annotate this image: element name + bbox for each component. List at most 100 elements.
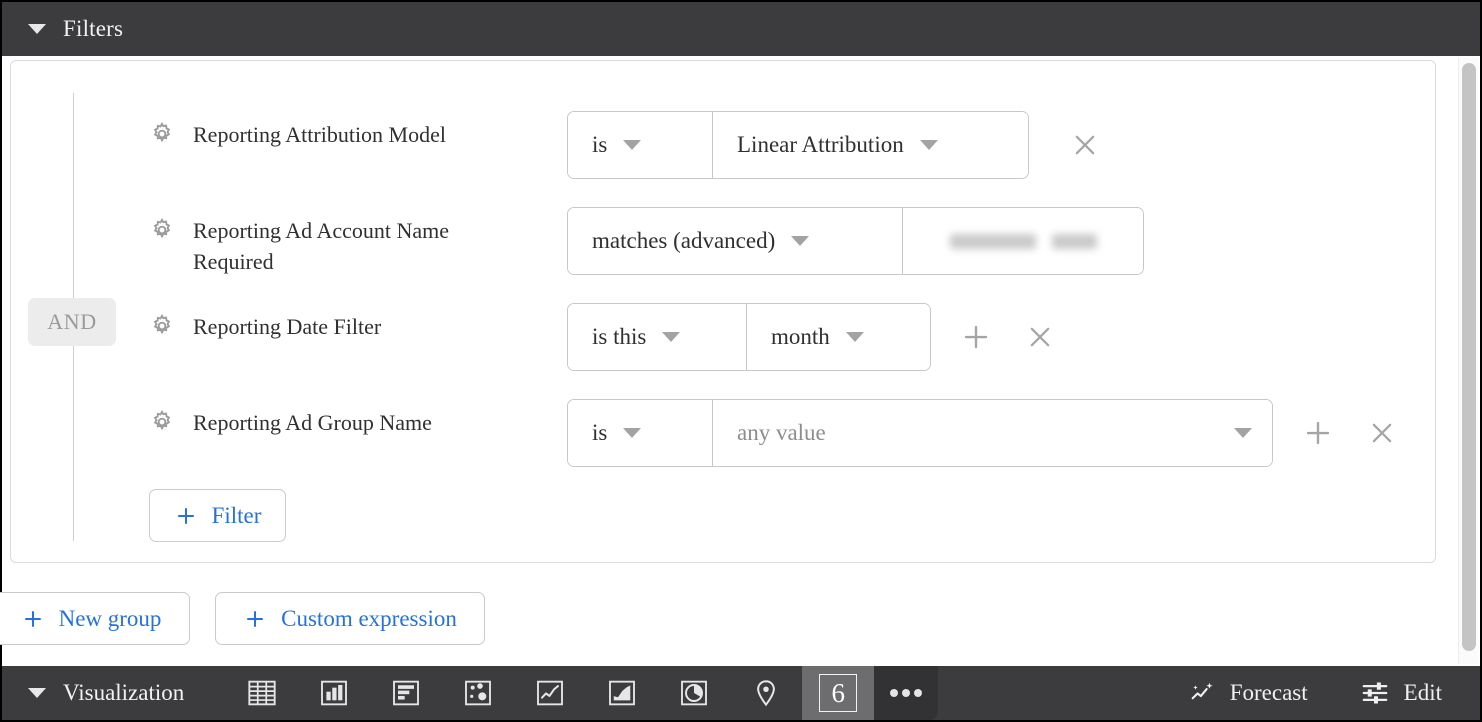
area-chart-icon [609, 680, 636, 706]
value-dropdown[interactable]: any value [712, 400, 1272, 466]
value-dropdown[interactable]: month [746, 304, 930, 370]
filter-field[interactable]: Reporting Ad Group Name [149, 407, 432, 440]
gear-icon [149, 121, 175, 152]
new-group-button[interactable]: New group [0, 592, 190, 645]
caret-down-icon[interactable] [28, 24, 46, 34]
add-filter-value-button[interactable] [953, 314, 999, 360]
group-actions: New group Custom expression [0, 592, 485, 645]
chart-type-picker: 6 [226, 666, 939, 720]
gear-icon [149, 409, 175, 440]
custom-expression-label: Custom expression [281, 605, 457, 631]
filter-field-label: Reporting Ad Group Name [193, 410, 432, 435]
chevron-down-icon [623, 428, 642, 438]
visualization-toggle[interactable]: Visualization [2, 680, 184, 706]
filter-field-label: Reporting Attribution Model [193, 122, 446, 147]
add-filter-label: Filter [211, 502, 262, 528]
bar-chart-icon [393, 680, 420, 706]
map-pin-icon [757, 680, 776, 707]
value-text: month [771, 324, 830, 349]
chevron-down-icon [662, 332, 681, 342]
remove-filter-button[interactable] [1062, 122, 1108, 168]
chart-type-area[interactable] [586, 666, 658, 720]
chevron-down-icon [1234, 428, 1252, 438]
remove-filter-button[interactable] [1017, 314, 1063, 360]
filter-controls: matches (advanced) [567, 207, 1144, 275]
filter-field[interactable]: Reporting Ad Account Name Required [149, 215, 493, 277]
vertical-scrollbar[interactable] [1458, 58, 1478, 664]
edit-label: Edit [1403, 680, 1442, 705]
operator-dropdown[interactable]: is [568, 400, 712, 466]
visualization-bar: Visualization 6 Forecast Edit [2, 666, 1480, 720]
forecast-sparkle-icon [1191, 682, 1213, 700]
operator-dropdown[interactable]: matches (advanced) [568, 208, 902, 274]
filter-condition-combo: matches (advanced) [567, 207, 1144, 275]
filter-field[interactable]: Reporting Attribution Model [149, 119, 446, 152]
filter-controls: is any value [567, 399, 1405, 467]
add-filter-button[interactable]: Filter [149, 489, 286, 542]
value-text-input[interactable] [902, 208, 1143, 274]
chevron-down-icon [845, 332, 864, 342]
filter-field[interactable]: Reporting Date Filter [149, 311, 381, 344]
gear-icon [149, 313, 175, 344]
sliders-icon [1362, 682, 1388, 704]
filters-panel: AND Reporting Attribution Model is Linea… [10, 60, 1436, 563]
add-filter-value-button[interactable] [1295, 410, 1341, 456]
operator-value: matches (advanced) [592, 228, 776, 253]
filters-editor-screen: Filters AND Reporting Attribution Model [0, 0, 1482, 722]
chart-type-column[interactable] [298, 666, 370, 720]
chevron-down-icon [919, 140, 938, 150]
custom-expression-button[interactable]: Custom expression [215, 592, 485, 645]
visualization-label: Visualization [63, 680, 185, 705]
remove-filter-button[interactable] [1359, 410, 1405, 456]
filter-controls: is Linear Attribution [567, 111, 1108, 179]
chart-type-map[interactable] [730, 666, 802, 720]
group-operator-badge[interactable]: AND [28, 298, 116, 346]
visualization-right-actions: Forecast Edit [1188, 678, 1480, 708]
filter-controls: is this month [567, 303, 1063, 371]
chart-type-more-button[interactable] [874, 666, 939, 720]
forecast-label: Forecast [1229, 680, 1308, 705]
operator-value: is [592, 132, 608, 157]
filter-condition-combo: is this month [567, 303, 931, 371]
plus-icon [964, 325, 988, 349]
forecast-button[interactable]: Forecast [1188, 679, 1308, 707]
operator-dropdown[interactable]: is this [568, 304, 746, 370]
chevron-down-icon [623, 140, 642, 150]
close-icon [1075, 135, 1095, 155]
page-title: Filters [63, 16, 124, 41]
operator-value: is this [592, 324, 647, 349]
scatter-plot-icon [465, 680, 492, 706]
value-text: any value [737, 420, 826, 445]
plus-icon [24, 610, 41, 627]
operator-value: is [592, 420, 608, 445]
chart-type-table[interactable] [226, 666, 298, 720]
new-group-label: New group [58, 605, 162, 631]
table-icon [248, 680, 276, 706]
operator-dropdown[interactable]: is [568, 112, 712, 178]
filter-condition-combo: is any value [567, 399, 1273, 467]
column-chart-icon [321, 680, 348, 706]
chart-type-bar[interactable] [370, 666, 442, 720]
close-icon [1030, 327, 1050, 347]
chart-type-pie[interactable] [658, 666, 730, 720]
caret-down-icon[interactable] [28, 688, 46, 698]
filter-field-label: Reporting Ad Account Name Required [193, 218, 450, 274]
filters-header-bar[interactable]: Filters [2, 2, 1480, 56]
scrollbar-thumb[interactable] [1462, 63, 1476, 651]
chart-type-single-value[interactable]: 6 [802, 666, 875, 720]
filter-field-label: Reporting Date Filter [193, 314, 382, 339]
chart-type-line[interactable] [514, 666, 586, 720]
pie-chart-icon [681, 680, 708, 706]
plus-icon [1306, 421, 1330, 445]
more-options-icon [890, 689, 923, 697]
filter-condition-combo: is Linear Attribution [567, 111, 1029, 179]
chevron-down-icon [791, 236, 810, 246]
chart-type-scatter[interactable] [442, 666, 514, 720]
redacted-value [949, 233, 1097, 249]
edit-button[interactable]: Edit [1360, 678, 1442, 708]
gear-icon [149, 217, 175, 248]
plus-icon [177, 507, 194, 524]
line-chart-icon [537, 680, 564, 706]
value-dropdown[interactable]: Linear Attribution [712, 112, 1028, 178]
value-text: Linear Attribution [737, 132, 904, 157]
